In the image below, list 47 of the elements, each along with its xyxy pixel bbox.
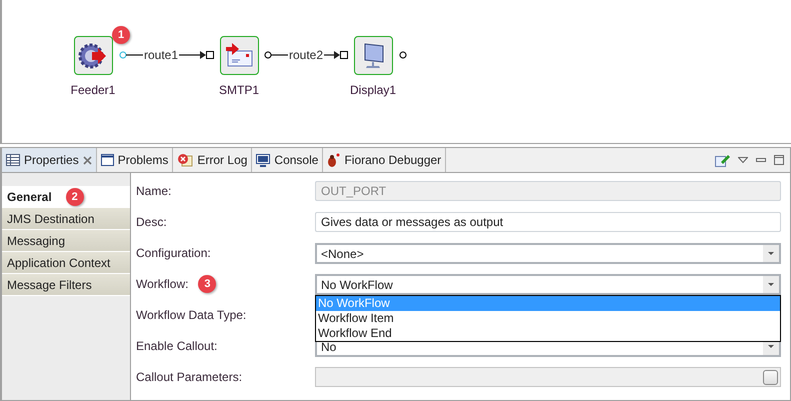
port-icon xyxy=(399,49,407,61)
node-label: Feeder1 xyxy=(70,83,116,97)
component-node[interactable] xyxy=(74,36,112,75)
window-icon xyxy=(100,154,114,166)
node-label: SMTP1 xyxy=(219,83,260,97)
minimize-icon[interactable] xyxy=(756,158,766,162)
gear-arrow-icon xyxy=(78,40,108,70)
node-label: Display1 xyxy=(350,83,396,97)
view-tab[interactable]: Properties xyxy=(2,148,97,172)
tab-label: Fiorano Debugger xyxy=(344,153,442,167)
error-log-icon xyxy=(177,153,194,167)
view-tab[interactable]: Problems xyxy=(96,148,174,172)
component-node[interactable] xyxy=(220,36,258,75)
tab-label: Problems xyxy=(118,153,168,167)
field-label: Configuration: xyxy=(136,246,211,260)
section-tab[interactable]: General 2 xyxy=(2,186,130,208)
field-label: Name: xyxy=(136,184,172,198)
route-label: route2 xyxy=(288,48,324,62)
maximize-icon[interactable] xyxy=(774,155,784,165)
caret-icon xyxy=(763,276,779,293)
field-label: Workflow Data Type: xyxy=(136,308,246,322)
tab-label: Error Log xyxy=(197,153,248,167)
text-field[interactable]: Gives data or messages as output xyxy=(315,212,781,232)
dropdown[interactable]: No WorkFlow xyxy=(315,274,781,295)
section-tab[interactable]: Application Context xyxy=(2,252,130,274)
tab-label: Properties xyxy=(24,153,79,167)
field-label: Enable Callout: xyxy=(136,339,218,353)
section-tab[interactable]: JMS Destination xyxy=(2,208,130,230)
component-node[interactable] xyxy=(354,36,392,75)
pencil-icon[interactable] xyxy=(715,153,730,167)
table-icon xyxy=(6,154,20,166)
field-label: Workflow: xyxy=(136,277,188,291)
close-icon[interactable] xyxy=(82,156,92,164)
monitor-icon xyxy=(256,154,270,166)
caret-icon xyxy=(763,245,779,262)
bug-icon xyxy=(327,153,340,167)
view-menu-icon[interactable] xyxy=(738,156,748,164)
callout-badge: 2 xyxy=(66,188,84,206)
section-tab[interactable]: Message Filters xyxy=(2,274,130,296)
callout-badge: 1 xyxy=(112,26,130,44)
callout-badge: 3 xyxy=(198,275,216,293)
field-label: Callout Parameters: xyxy=(136,370,242,384)
route-label: route1 xyxy=(143,48,180,62)
dropdown[interactable]: <None> xyxy=(315,243,781,264)
section-tab[interactable]: Messaging xyxy=(2,230,130,252)
field-label: Desc: xyxy=(136,215,167,229)
tab-label: Console xyxy=(274,153,318,167)
